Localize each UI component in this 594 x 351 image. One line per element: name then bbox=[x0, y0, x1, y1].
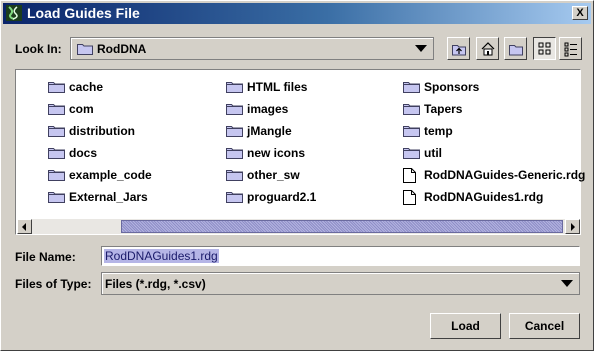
file-name: other_sw bbox=[247, 168, 300, 182]
folder-icon bbox=[403, 102, 420, 118]
file-name: Sponsors bbox=[424, 80, 480, 94]
list-view-icon bbox=[538, 42, 551, 55]
arrow-right-icon bbox=[571, 223, 575, 231]
file-name: util bbox=[424, 146, 442, 160]
folder-icon bbox=[403, 146, 420, 162]
look-in-dropdown[interactable]: RodDNA bbox=[70, 37, 434, 60]
file-icon bbox=[403, 168, 416, 186]
folder-icon bbox=[226, 146, 243, 162]
file-name: images bbox=[247, 102, 289, 116]
file-name: Tapers bbox=[424, 102, 463, 116]
folder-icon bbox=[48, 80, 65, 96]
file-name: temp bbox=[424, 124, 453, 138]
folder-icon bbox=[48, 190, 65, 206]
file-name: RodDNAGuides1.rdg bbox=[424, 190, 544, 204]
folder-icon bbox=[226, 124, 243, 140]
file-name: com bbox=[69, 102, 94, 116]
file-list[interactable]: cache com distribution docs example_code Exte… bbox=[15, 69, 585, 235]
horizontal-scrollbar[interactable] bbox=[17, 219, 580, 234]
file-name: distribution bbox=[69, 124, 135, 138]
folder-icon bbox=[48, 102, 65, 118]
look-in-value: RodDNA bbox=[97, 42, 147, 56]
look-in-label: Look In: bbox=[15, 42, 62, 56]
chevron-down-icon bbox=[561, 280, 573, 287]
folder-icon bbox=[77, 44, 93, 55]
load-button[interactable]: Load bbox=[430, 313, 501, 339]
close-button[interactable]: X bbox=[572, 6, 588, 20]
folder-icon bbox=[226, 168, 243, 184]
details-view-button[interactable] bbox=[559, 37, 582, 60]
home-button[interactable] bbox=[476, 37, 499, 60]
folder-icon bbox=[403, 80, 420, 96]
folder-icon bbox=[226, 102, 243, 118]
scroll-right-button[interactable] bbox=[565, 219, 580, 234]
folder-icon bbox=[48, 124, 65, 140]
app-icon bbox=[6, 5, 22, 21]
file-name-value: RodDNAGuides1.rdg bbox=[104, 249, 219, 263]
scrollbar-thumb[interactable] bbox=[121, 220, 563, 233]
files-of-type-value: Files (*.rdg, *.csv) bbox=[105, 277, 206, 291]
chevron-down-icon bbox=[415, 45, 427, 52]
file-name: HTML files bbox=[247, 80, 308, 94]
window-title: Load Guides File bbox=[27, 5, 140, 21]
file-name: example_code bbox=[69, 168, 152, 182]
load-guides-dialog: Load Guides File X Look In: RodDNA cache… bbox=[0, 0, 594, 351]
file-name-label: File Name: bbox=[15, 250, 76, 264]
up-folder-icon bbox=[452, 45, 466, 56]
file-name: External_Jars bbox=[69, 190, 148, 204]
file-name: RodDNAGuides-Generic.rdg bbox=[424, 168, 586, 182]
scroll-left-button[interactable] bbox=[17, 219, 32, 234]
new-folder-icon bbox=[509, 45, 523, 56]
file-name: jMangle bbox=[247, 124, 292, 138]
file-name: cache bbox=[69, 80, 104, 94]
home-icon bbox=[481, 42, 495, 56]
cancel-button[interactable]: Cancel bbox=[509, 313, 580, 339]
title-bar[interactable]: Load Guides File X bbox=[3, 3, 591, 24]
files-of-type-dropdown[interactable]: Files (*.rdg, *.csv) bbox=[101, 272, 580, 295]
folder-icon bbox=[403, 124, 420, 140]
file-icon bbox=[403, 190, 416, 208]
up-one-level-button[interactable] bbox=[447, 37, 470, 60]
folder-icon bbox=[48, 168, 65, 184]
files-of-type-label: Files of Type: bbox=[15, 277, 92, 291]
list-view-button[interactable] bbox=[533, 37, 556, 60]
folder-icon bbox=[226, 190, 243, 206]
new-folder-button[interactable] bbox=[504, 37, 527, 60]
folder-icon bbox=[48, 146, 65, 162]
details-view-icon bbox=[564, 42, 577, 57]
file-name: proguard2.1 bbox=[247, 190, 317, 204]
file-name: docs bbox=[69, 146, 98, 160]
file-name-input[interactable]: RodDNAGuides1.rdg bbox=[101, 246, 580, 266]
file-name: new icons bbox=[247, 146, 306, 160]
arrow-left-icon bbox=[22, 223, 26, 231]
folder-icon bbox=[226, 80, 243, 96]
